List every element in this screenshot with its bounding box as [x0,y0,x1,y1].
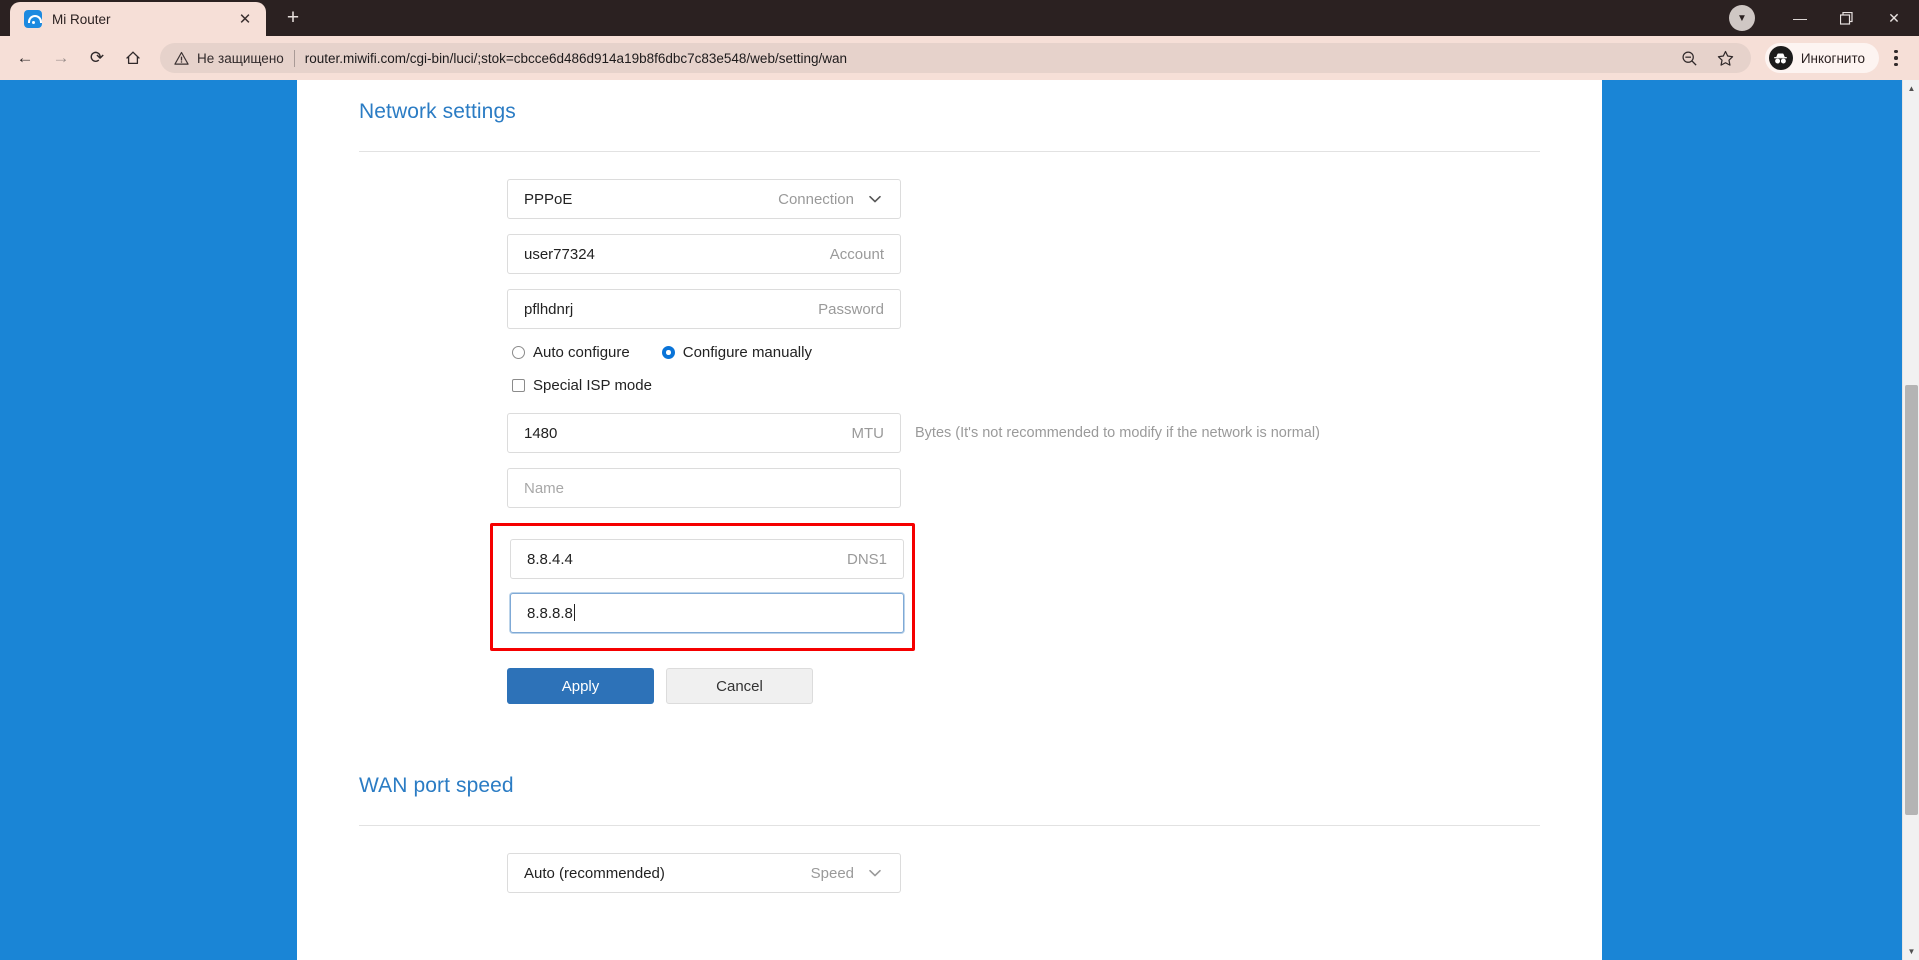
wan-speed-select[interactable]: Auto (recommended) Speed [507,853,901,893]
special-isp-mode-checkbox[interactable]: Special ISP mode [512,377,1540,394]
dns2-value: 8.8.8.8 [527,604,575,622]
omnibox-actions [1673,41,1743,75]
tab-strip: Mi Router ✕ + ▼ — ✕ [0,0,1919,36]
not-secure-icon [174,51,189,66]
form-actions: Apply Cancel [507,668,1540,704]
connection-type-value: PPPoE [524,190,573,208]
connection-type-label: Connection [778,190,854,208]
kebab-menu-icon [1894,49,1898,67]
close-icon[interactable]: ✕ [234,8,256,30]
omnibox-divider [293,49,295,67]
password-input[interactable]: pflhdnrj Password [507,289,901,329]
wifi-icon [24,10,42,28]
page-scrollbar[interactable]: ▲ ▼ [1902,80,1919,960]
radio-configure-manually[interactable]: Configure manually [661,344,812,361]
new-tab-button[interactable]: + [278,3,308,33]
connection-type-select[interactable]: PPPoE Connection [507,179,901,219]
wan-port-speed-form: Auto (recommended) Speed [359,826,1540,893]
mtu-label: MTU [851,424,885,442]
mtu-input[interactable]: 1480 MTU [507,413,901,453]
radio-configure-manually-input[interactable] [661,346,675,359]
radio-configure-manually-label: Configure manually [682,344,812,361]
config-mode-radio-group: Auto configure Configure manually [512,344,1540,361]
close-window-button[interactable]: ✕ [1869,0,1919,36]
wan-speed-value: Auto (recommended) [524,864,665,882]
radio-auto-configure-label: Auto configure [533,344,630,361]
radio-auto-configure[interactable]: Auto configure [512,344,630,361]
section-title-wan: WAN port speed [359,774,514,797]
bookmark-star-icon[interactable] [1709,41,1743,75]
forward-icon[interactable]: → [44,41,78,75]
home-icon[interactable] [116,41,150,75]
maximize-icon [1839,11,1853,25]
url-text: router.miwifi.com/cgi-bin/luci/;stok=cbc… [304,50,847,66]
chevron-down-icon [866,190,884,208]
download-icon[interactable]: ▼ [1729,5,1755,31]
text-cursor [573,604,575,621]
browser-tab[interactable]: Mi Router ✕ [10,2,266,36]
profile-button[interactable]: Инкогнито [1764,43,1879,73]
back-icon[interactable]: ← [8,41,42,75]
account-input[interactable]: user77324 Account [507,234,901,274]
home-glyph [126,51,140,65]
browser-window: Mi Router ✕ + ▼ — ✕ ← → ⟳ Не защищено ro… [0,0,1919,960]
radio-auto-configure-input[interactable] [512,346,525,359]
navigation-toolbar: ← → ⟳ Не защищено router.miwifi.com/cgi-… [0,36,1919,80]
chevron-down-icon [866,864,884,882]
scrollbar-thumb[interactable] [1905,385,1918,815]
minimize-button[interactable]: — [1777,0,1823,36]
dns-highlight-group: 8.8.4.4 DNS1 8.8.8.8 [490,523,915,651]
address-bar[interactable]: Не защищено router.miwifi.com/cgi-bin/lu… [160,43,1751,73]
not-secure-label: Не защищено [197,50,284,66]
name-placeholder: Name [524,479,565,497]
dns1-input[interactable]: 8.8.4.4 DNS1 [510,539,904,579]
reload-icon[interactable]: ⟳ [80,41,114,75]
mtu-hint: Bytes (It's not recommended to modify if… [915,425,1320,441]
password-label: Password [818,300,884,318]
network-settings-section: Network settings PPPoE Connection user77… [297,80,1602,704]
account-label: Account [829,245,884,263]
network-settings-form: PPPoE Connection user77324 Account pflhd… [359,152,1540,704]
cancel-button[interactable]: Cancel [666,668,813,704]
maximize-button[interactable] [1823,0,1869,36]
wan-speed-label: Speed [810,864,854,882]
section-title-network: Network settings [359,100,516,123]
scroll-down-arrow[interactable]: ▼ [1903,943,1919,960]
mtu-value: 1480 [524,424,558,442]
dns1-label: DNS1 [846,550,887,568]
scroll-up-arrow[interactable]: ▲ [1903,80,1919,97]
special-isp-mode-box[interactable] [512,379,525,392]
window-controls: ▼ — ✕ [1729,0,1919,36]
tab-title: Mi Router [52,11,111,27]
page-viewport: Network settings PPPoE Connection user77… [0,80,1919,960]
password-value: pflhdnrj [524,300,574,318]
incognito-icon [1768,46,1793,70]
name-input[interactable]: Name [507,468,901,508]
profile-label: Инкогнито [1800,50,1865,66]
browser-menu-button[interactable] [1881,41,1911,75]
dns2-input[interactable]: 8.8.8.8 [510,593,904,633]
wan-port-speed-section: WAN port speed Auto (recommended) Speed [297,754,1602,893]
account-value: user77324 [524,245,595,263]
dns1-value: 8.8.4.4 [527,550,573,568]
zoom-icon[interactable] [1673,41,1707,75]
content-panel: Network settings PPPoE Connection user77… [297,80,1602,960]
apply-button[interactable]: Apply [507,668,654,704]
special-isp-mode-label: Special ISP mode [533,377,652,394]
mtu-row: 1480 MTU Bytes (It's not recommended to … [507,413,1540,468]
